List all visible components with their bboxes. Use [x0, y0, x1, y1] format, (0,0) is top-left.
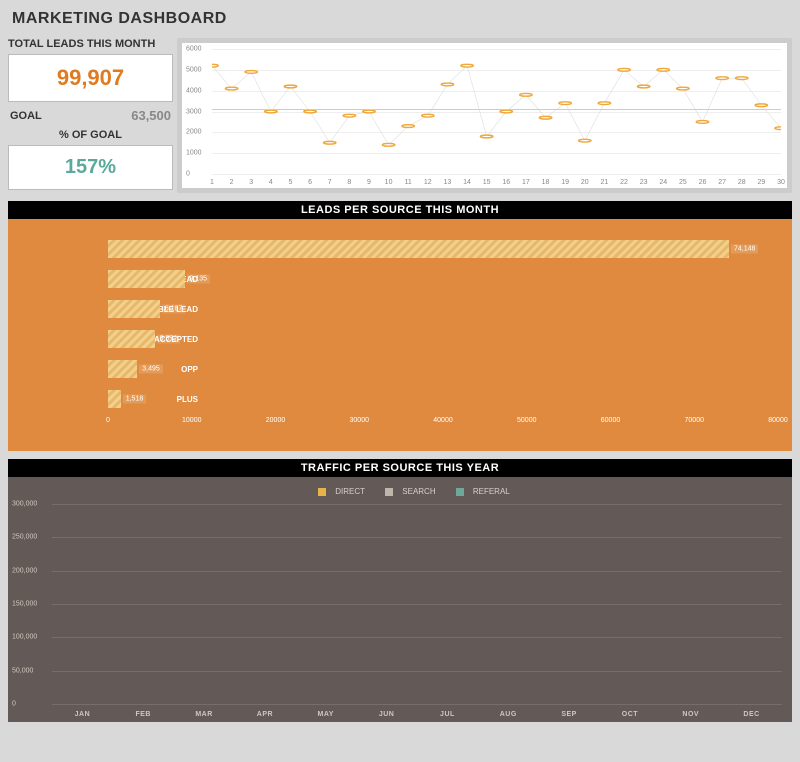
traffic-ytick: 0: [12, 701, 16, 708]
legend-referal: REFERAL: [473, 487, 510, 496]
line-xtick: 18: [542, 179, 550, 186]
source-bar-value: 9,135: [187, 275, 211, 284]
line-xtick: 5: [289, 179, 293, 186]
source-xtick: 0: [106, 417, 110, 424]
source-xtick: 80000: [768, 417, 787, 424]
traffic-legend: DIRECT SEARCH REFERAL: [52, 487, 782, 504]
traffic-ytick: 150,000: [12, 601, 37, 608]
pct-goal-card: 157%: [8, 145, 173, 190]
leads-per-source-chart: WEB VISIT74,148CAPTURED LEAD9,135ACTIONA…: [8, 219, 792, 451]
line-xtick: 13: [444, 179, 452, 186]
traffic-per-source-chart: DIRECT SEARCH REFERAL 0 50,000 100,000 150,…: [8, 477, 792, 722]
traffic-month-label: DEC: [721, 711, 782, 718]
line-ytick: 0: [186, 171, 190, 178]
top-kpi-row: TOTAL LEADS THIS MONTH 99,907 GOAL 63,50…: [4, 38, 796, 193]
traffic-ytick: 200,000: [12, 567, 37, 574]
traffic-ytick: 250,000: [12, 534, 37, 541]
line-xtick: 24: [659, 179, 667, 186]
traffic-month-label: FEB: [113, 711, 174, 718]
line-ytick: 5000: [186, 66, 202, 73]
line-xtick: 28: [738, 179, 746, 186]
line-xtick: 21: [601, 179, 609, 186]
source-bar: [108, 360, 137, 378]
source-xtick: 60000: [601, 417, 620, 424]
traffic-month-label: JUL: [417, 711, 478, 718]
pct-goal-label: % OF GOAL: [8, 129, 173, 141]
source-xtick: 20000: [266, 417, 285, 424]
line-xtick: 2: [230, 179, 234, 186]
line-ytick: 4000: [186, 87, 202, 94]
traffic-month-label: MAR: [174, 711, 235, 718]
traffic-month-label: JAN: [52, 711, 113, 718]
line-xtick: 1: [210, 179, 214, 186]
line-xtick: 8: [347, 179, 351, 186]
line-xtick: 26: [699, 179, 707, 186]
line-xtick: 9: [367, 179, 371, 186]
traffic-month-label: OCT: [600, 711, 661, 718]
source-xtick: 40000: [433, 417, 452, 424]
source-bar-value: 5,572: [157, 335, 181, 344]
total-leads-value: 99,907: [9, 65, 172, 91]
source-xtick: 50000: [517, 417, 536, 424]
line-xtick: 15: [483, 179, 491, 186]
source-bar-value: 1,518: [123, 395, 147, 404]
line-xtick: 10: [385, 179, 393, 186]
source-bar-value: 74,148: [731, 245, 758, 254]
source-xtick: 10000: [182, 417, 201, 424]
traffic-month-label: NOV: [660, 711, 721, 718]
line-xtick: 23: [640, 179, 648, 186]
line-xtick: 11: [405, 179, 412, 186]
kpi-column: TOTAL LEADS THIS MONTH 99,907 GOAL 63,50…: [8, 38, 173, 193]
pct-goal-value: 157%: [9, 156, 172, 179]
source-bar: [108, 330, 155, 348]
traffic-month-label: JUN: [356, 711, 417, 718]
traffic-ytick: 50,000: [12, 667, 33, 674]
traffic-month-label: APR: [235, 711, 296, 718]
line-ytick: 2000: [186, 129, 202, 136]
legend-search: SEARCH: [402, 487, 435, 496]
leads-daily-line-chart: 0100020003000400050006000123456789101112…: [177, 38, 792, 193]
line-xtick: 17: [522, 179, 530, 186]
line-xtick: 22: [620, 179, 628, 186]
source-bar: [108, 300, 160, 318]
line-xtick: 4: [269, 179, 273, 186]
source-xtick: 30000: [350, 417, 369, 424]
line-xtick: 19: [561, 179, 569, 186]
line-ytick: 3000: [186, 108, 202, 115]
line-xtick: 20: [581, 179, 589, 186]
line-xtick: 30: [777, 179, 785, 186]
line-ytick: 6000: [186, 46, 202, 53]
line-xtick: 7: [328, 179, 332, 186]
source-bar: [108, 390, 121, 408]
traffic-ytick: 100,000: [12, 634, 37, 641]
source-bar: [108, 270, 185, 288]
goal-value: 63,500: [131, 108, 171, 123]
goal-label: GOAL: [10, 110, 42, 122]
source-xtick: 70000: [685, 417, 704, 424]
line-xtick: 14: [463, 179, 471, 186]
source-bar: [108, 240, 729, 258]
traffic-month-label: MAY: [295, 711, 356, 718]
traffic-month-label: AUG: [478, 711, 539, 718]
line-xtick: 27: [718, 179, 726, 186]
line-xtick: 16: [502, 179, 510, 186]
source-bar-value: 3,495: [139, 365, 163, 374]
total-leads-label: TOTAL LEADS THIS MONTH: [8, 38, 173, 50]
line-xtick: 29: [757, 179, 765, 186]
traffic-month-label: SEP: [539, 711, 600, 718]
total-leads-card: 99,907: [8, 54, 173, 102]
line-xtick: 12: [424, 179, 432, 186]
legend-direct: DIRECT: [335, 487, 365, 496]
traffic-ytick: 300,000: [12, 501, 37, 508]
line-xtick: 3: [249, 179, 253, 186]
leads-per-source-header: LEADS PER SOURCE THIS MONTH: [8, 201, 792, 219]
traffic-per-source-header: TRAFFIC PER SOURCE THIS YEAR: [8, 459, 792, 477]
goal-row: GOAL 63,500: [8, 106, 173, 125]
dashboard-title: MARKETING DASHBOARD: [4, 4, 796, 38]
line-ytick: 1000: [186, 150, 202, 157]
line-xtick: 25: [679, 179, 687, 186]
line-xtick: 6: [308, 179, 312, 186]
source-bar-value: 6,187: [162, 305, 186, 314]
